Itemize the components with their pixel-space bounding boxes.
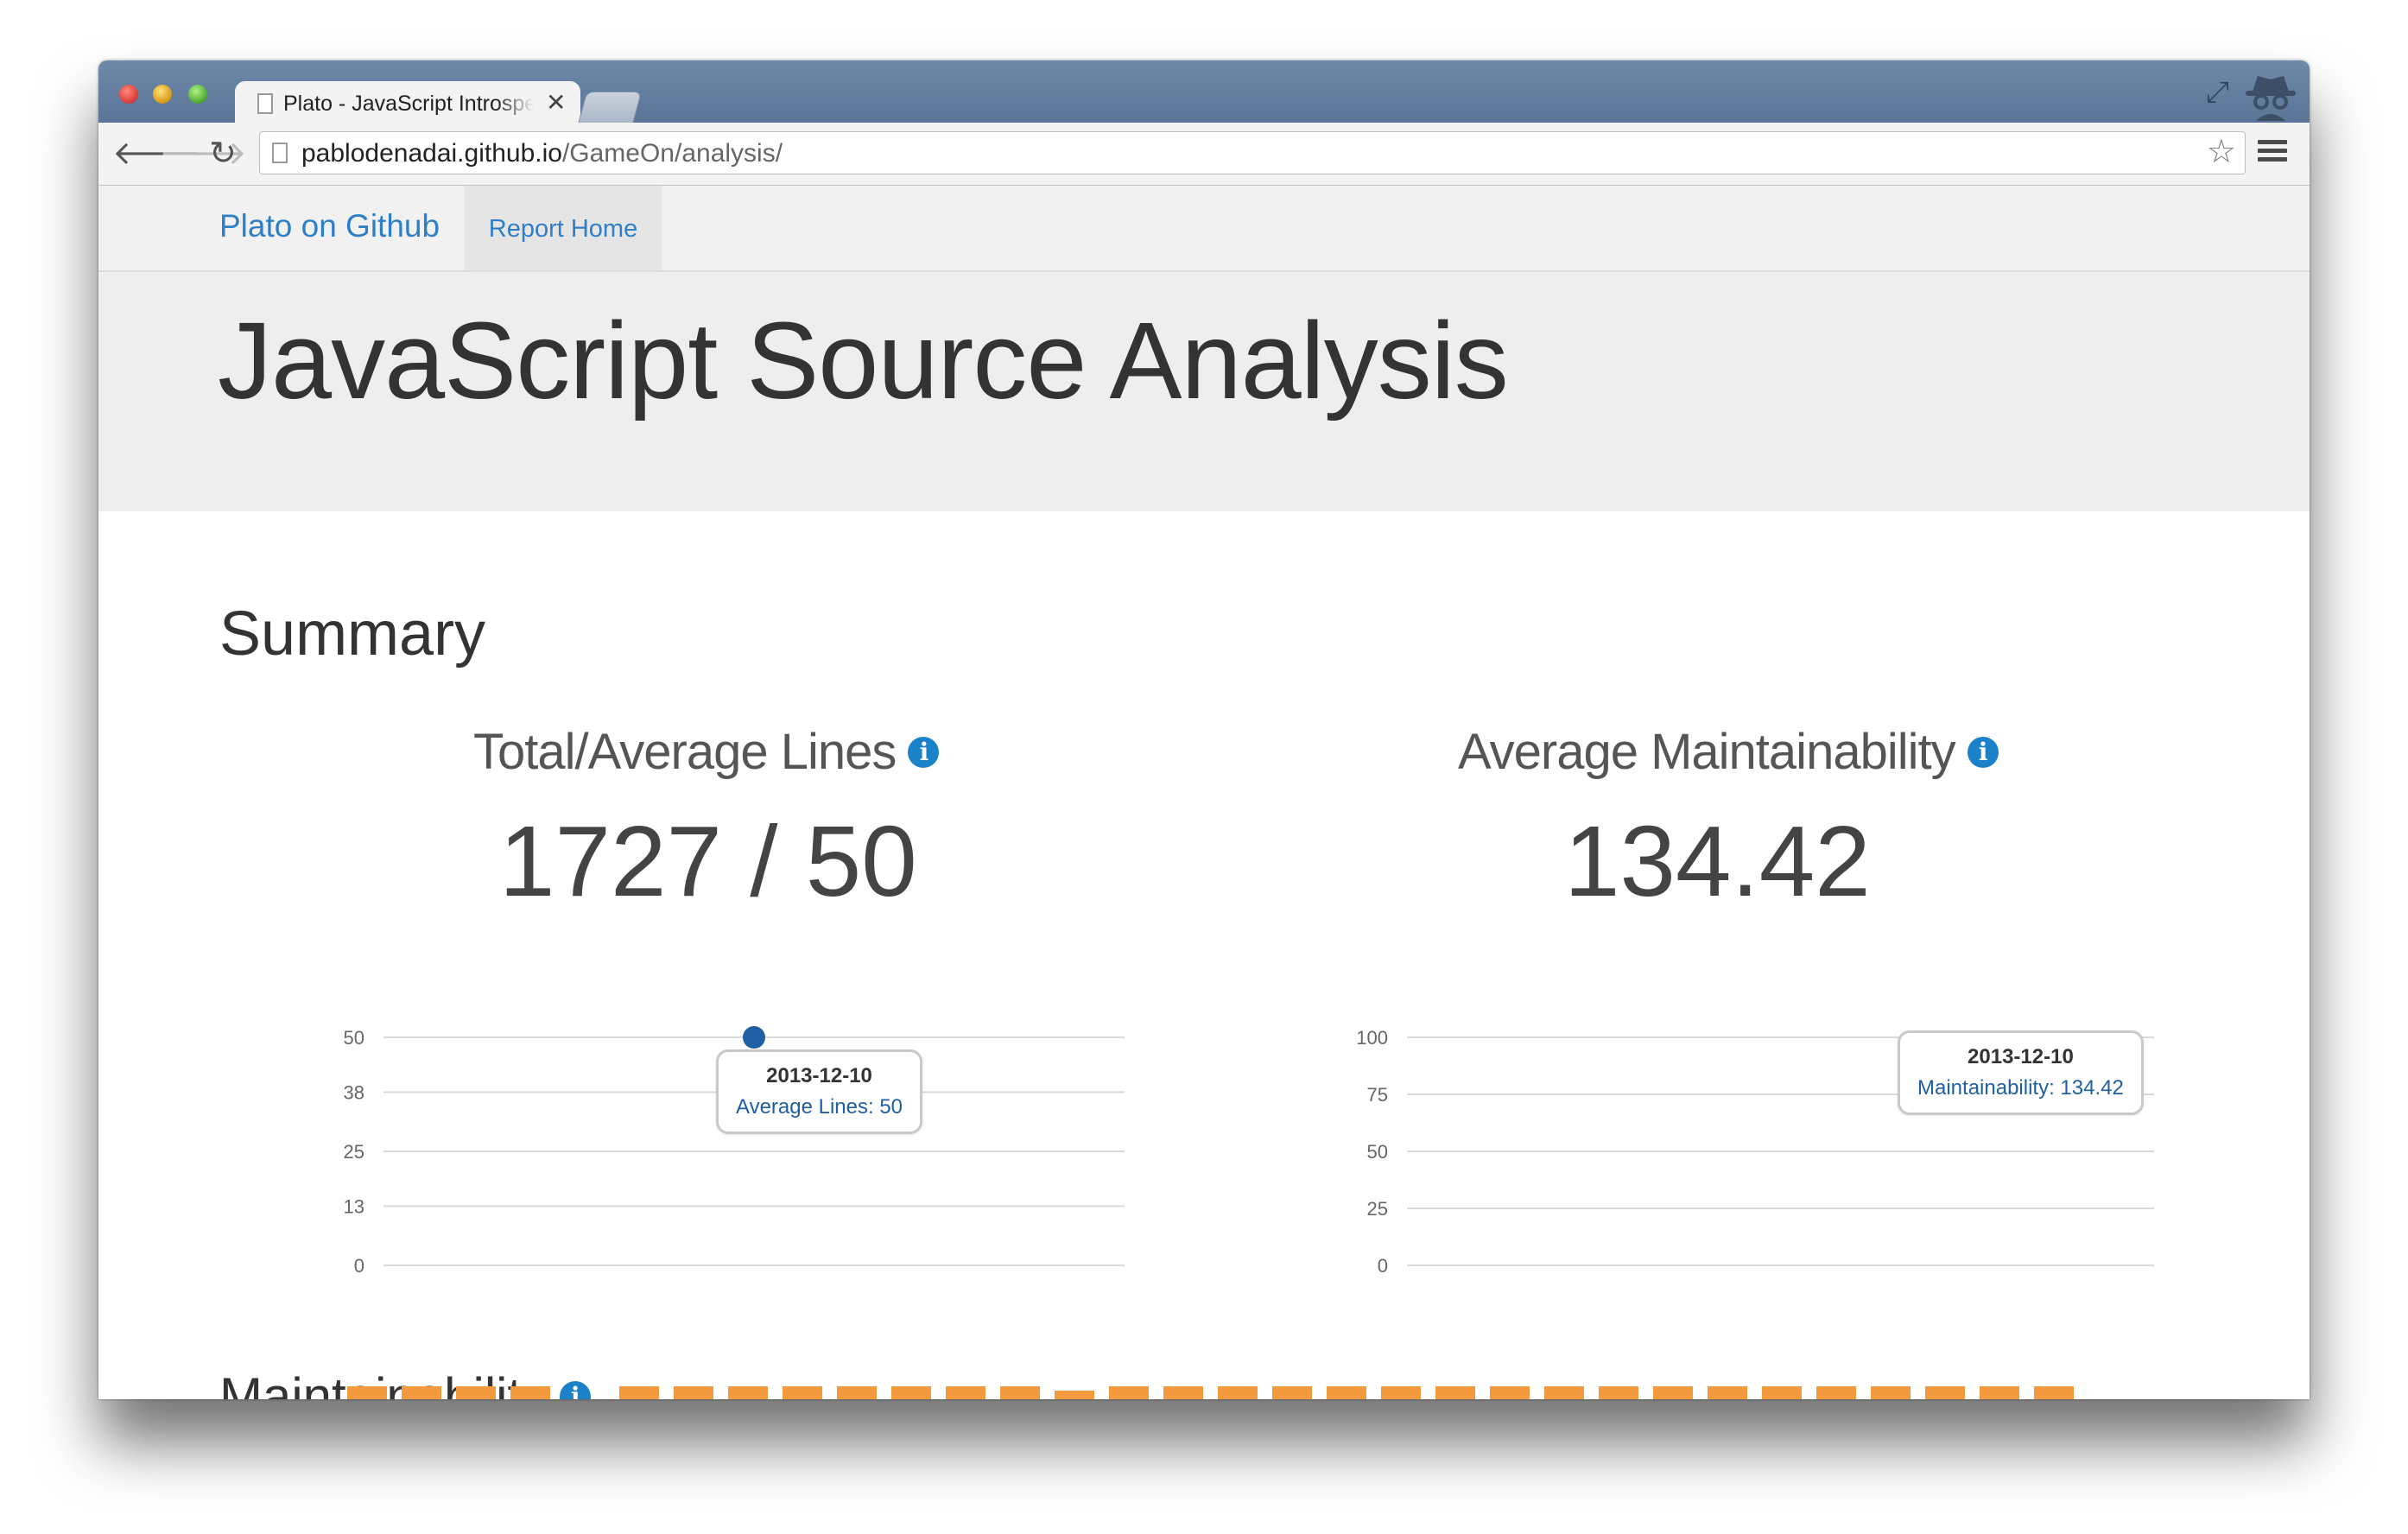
address-bar[interactable]: pablodenadai.github.io/GameOn/analysis/ … <box>259 131 2246 174</box>
maintainability-bar <box>1218 1386 1258 1399</box>
star-icon[interactable]: ☆ <box>2207 132 2236 171</box>
maintainability-bar <box>837 1386 877 1399</box>
data-point <box>743 1026 765 1049</box>
maintainability-bar <box>1762 1386 1802 1399</box>
incognito-icon <box>2246 76 2296 121</box>
close-tab-icon[interactable]: ✕ <box>546 88 566 117</box>
chart-tooltip: 2013-12-10 Maintainability: 134.42 <box>1898 1030 2144 1115</box>
tab-strip: Plato - JavaScript Introspection ✕ ⤢ <box>98 60 2310 126</box>
maintainability-bar <box>674 1386 713 1399</box>
maintainability-heading: Maintainability i <box>219 1366 592 1399</box>
y-tick-label: 75 <box>1367 1084 1388 1106</box>
maintainability-bar <box>1163 1386 1203 1399</box>
url-path: /GameOn/analysis/ <box>561 139 783 168</box>
maintainability-bar <box>1490 1386 1530 1399</box>
reload-icon[interactable]: ↻ <box>209 133 237 174</box>
maintainability-bar <box>1055 1391 1094 1399</box>
maintainability-bar <box>1000 1386 1040 1399</box>
maintainability-bar <box>1599 1386 1638 1399</box>
maintainability-bar <box>1816 1386 1856 1399</box>
info-icon[interactable]: i <box>560 1381 592 1399</box>
tab-title: Plato - JavaScript Introspection <box>283 92 534 116</box>
y-tick-label: 50 <box>1367 1141 1388 1163</box>
average-lines-chart: 0 13 25 38 50 2013-12-10 2013-12-10 Average L… <box>219 1024 1195 1283</box>
x-tick-label: 2013-12-10 <box>701 1282 808 1283</box>
maintainability-bar <box>891 1386 931 1399</box>
lines-label: Total/Average Lines i <box>473 723 940 781</box>
brand-link[interactable]: Plato on Github <box>219 208 440 244</box>
info-icon[interactable]: i <box>1967 736 1999 768</box>
maintainability-bar <box>728 1386 768 1399</box>
maintainability-chart: 0 25 50 75 100 2013-12-10 2013-12-10 Maintain… <box>1243 1024 2219 1283</box>
summary-heading: Summary <box>219 599 486 669</box>
url-text[interactable]: pablodenadai.github.io/GameOn/analysis/ <box>301 139 783 168</box>
tooltip-value: Average Lines: 50 <box>736 1095 903 1119</box>
fullscreen-icon[interactable]: ⤢ <box>2206 76 2229 110</box>
maintainability-bar <box>946 1386 985 1399</box>
y-tick-label: 100 <box>1356 1027 1388 1049</box>
tooltip-value: Maintainability: 134.42 <box>1917 1076 2124 1100</box>
navbar: Plato on Github Report Home <box>98 186 2310 272</box>
maintainability-bar <box>1381 1386 1421 1399</box>
info-icon[interactable]: i <box>908 736 940 768</box>
lines-value: 1727 / 50 <box>499 805 917 917</box>
y-tick-label: 25 <box>1367 1198 1388 1220</box>
maintainability-bar <box>619 1386 659 1399</box>
nav-report-home[interactable]: Report Home <box>465 186 662 270</box>
maintainability-bar <box>1653 1386 1693 1399</box>
maintainability-bar <box>1980 1386 2019 1399</box>
close-window-button[interactable] <box>119 85 138 104</box>
chart-tooltip: 2013-12-10 Average Lines: 50 <box>716 1049 923 1134</box>
zoom-window-button[interactable] <box>188 85 207 104</box>
average-lines-chart-svg: 0 13 25 38 50 2013-12-10 <box>344 1026 1125 1283</box>
minimize-window-button[interactable] <box>153 85 172 104</box>
maintainability-bar <box>1109 1386 1149 1399</box>
maintainability-bar <box>1871 1386 1911 1399</box>
page-icon <box>257 93 273 114</box>
maintainability-bar <box>1435 1386 1475 1399</box>
menu-icon[interactable] <box>2258 140 2287 166</box>
maintainability-bar <box>783 1386 822 1399</box>
tooltip-date: 2013-12-10 <box>1968 1045 2074 1068</box>
maintainability-bar <box>1327 1386 1366 1399</box>
y-tick-label: 25 <box>344 1141 364 1163</box>
maintainability-bar <box>1272 1386 1312 1399</box>
jumbotron: JavaScript Source Analysis <box>98 272 2310 511</box>
browser-tab[interactable]: Plato - JavaScript Introspection ✕ <box>235 81 580 126</box>
maintainability-bar <box>2034 1386 2074 1399</box>
maintainability-label-text: Average Maintainability <box>1458 724 1956 780</box>
maintainability-bar <box>1544 1386 1584 1399</box>
y-tick-label: 0 <box>354 1255 364 1277</box>
url-host: pablodenadai.github.io <box>301 139 562 168</box>
page-title: JavaScript Source Analysis <box>218 300 1509 422</box>
page-viewport: Plato on Github Report Home JavaScript S… <box>98 186 2310 1399</box>
x-tick-label: 2013-12-10 <box>1727 1282 1834 1283</box>
maintainability-label: Average Maintainability i <box>1458 723 1999 781</box>
maintainability-value: 134.42 <box>1564 805 1871 917</box>
y-tick-label: 0 <box>1378 1255 1388 1277</box>
browser-toolbar: 🡐 🡒 ↻ pablodenadai.github.io/GameOn/anal… <box>98 123 2310 186</box>
y-tick-label: 38 <box>344 1081 364 1103</box>
maintainability-bar <box>1925 1386 1965 1399</box>
y-tick-label: 13 <box>344 1195 364 1217</box>
maintainability-bar <box>1708 1386 1747 1399</box>
tooltip-date: 2013-12-10 <box>766 1064 872 1087</box>
y-tick-label: 50 <box>344 1027 364 1049</box>
lines-label-text: Total/Average Lines <box>473 724 897 780</box>
page-icon <box>272 143 288 163</box>
browser-window: Plato - JavaScript Introspection ✕ ⤢ 🡐 🡒… <box>98 60 2310 1399</box>
new-tab-button[interactable] <box>577 92 643 124</box>
maintainability-heading-text: Maintainability <box>219 1367 548 1399</box>
